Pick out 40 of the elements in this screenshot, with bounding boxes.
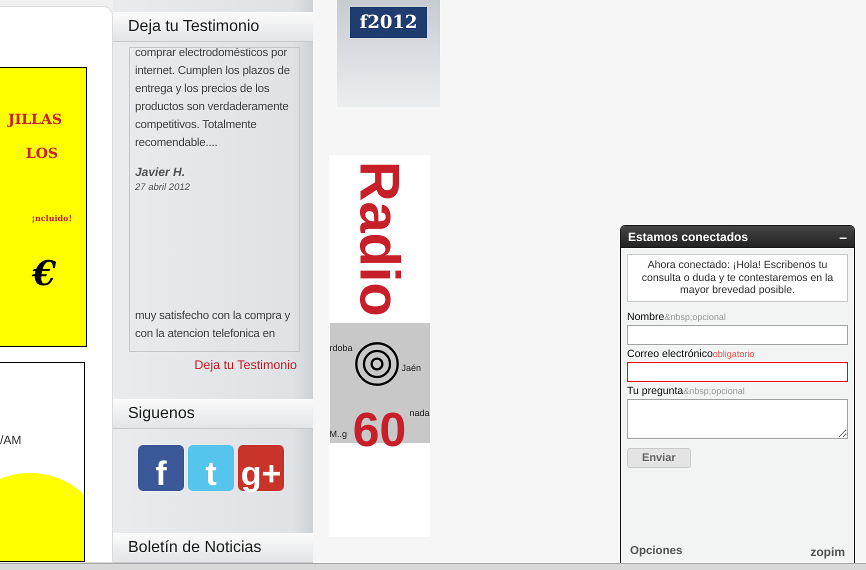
social-icon[interactable]: g+ [238,445,284,491]
banner-text: JILLAS [8,112,62,128]
banner-text: /AM [0,433,22,448]
section-heading: Boletín de Noticias [113,533,313,563]
field-label: Correo electrónico [627,348,713,360]
options-link[interactable]: Opciones [630,545,682,559]
banner-text: € [32,254,56,294]
radio-title: Radio [352,161,408,317]
map-label: rdoba [330,342,353,353]
info-banner[interactable]: /AM [0,362,85,562]
map-label: nada [410,408,430,418]
promo-banner[interactable]: JILLAS LOS ¡ncluido! € [0,67,87,348]
testimonial-author: Javier H. [135,165,186,179]
field-label: Nombre [627,310,664,322]
testimonial-date: 27 abril 2012 [135,182,191,193]
target-icon [354,340,400,387]
testimonial-text: muy satisfecho con la compra y con la atencion telefonica en [135,309,292,342]
radio-number: 60 [352,402,406,458]
field-hint: &nbsp;opcional [664,312,726,322]
banner-text: ¡ncluido! [31,213,72,223]
brand-logo[interactable]: zopim [810,545,845,559]
badge-label: f2012 [350,7,428,38]
field-hint: &nbsp;opcional [683,386,745,396]
chat-title: Estamos conectados [628,230,748,244]
input-field[interactable] [627,362,848,382]
section-heading: Siguenos [113,399,313,429]
greeting-message: Ahora conectado: ¡Hola! Escribenos tu consulta o duda y te contestaremos en la mayor brevedad posible. [627,254,848,302]
field-label: Tu pregunta [627,384,684,396]
map-label: Jaén [402,362,422,373]
testimonial-link[interactable]: Deja tu Testimonio [194,358,297,372]
minimize-button[interactable]: – [839,230,847,244]
field-hint: obligatorio [712,348,754,358]
send-button[interactable]: Enviar [627,448,691,468]
map-label: M..g [330,428,348,439]
question-field[interactable] [627,398,848,438]
section-heading: Deja tu Testimonio [113,12,313,42]
input-field[interactable] [627,324,848,344]
banner-text: LOS [26,146,58,162]
year-badge[interactable]: f2012 [337,0,440,107]
social-icon[interactable]: f [138,445,184,491]
